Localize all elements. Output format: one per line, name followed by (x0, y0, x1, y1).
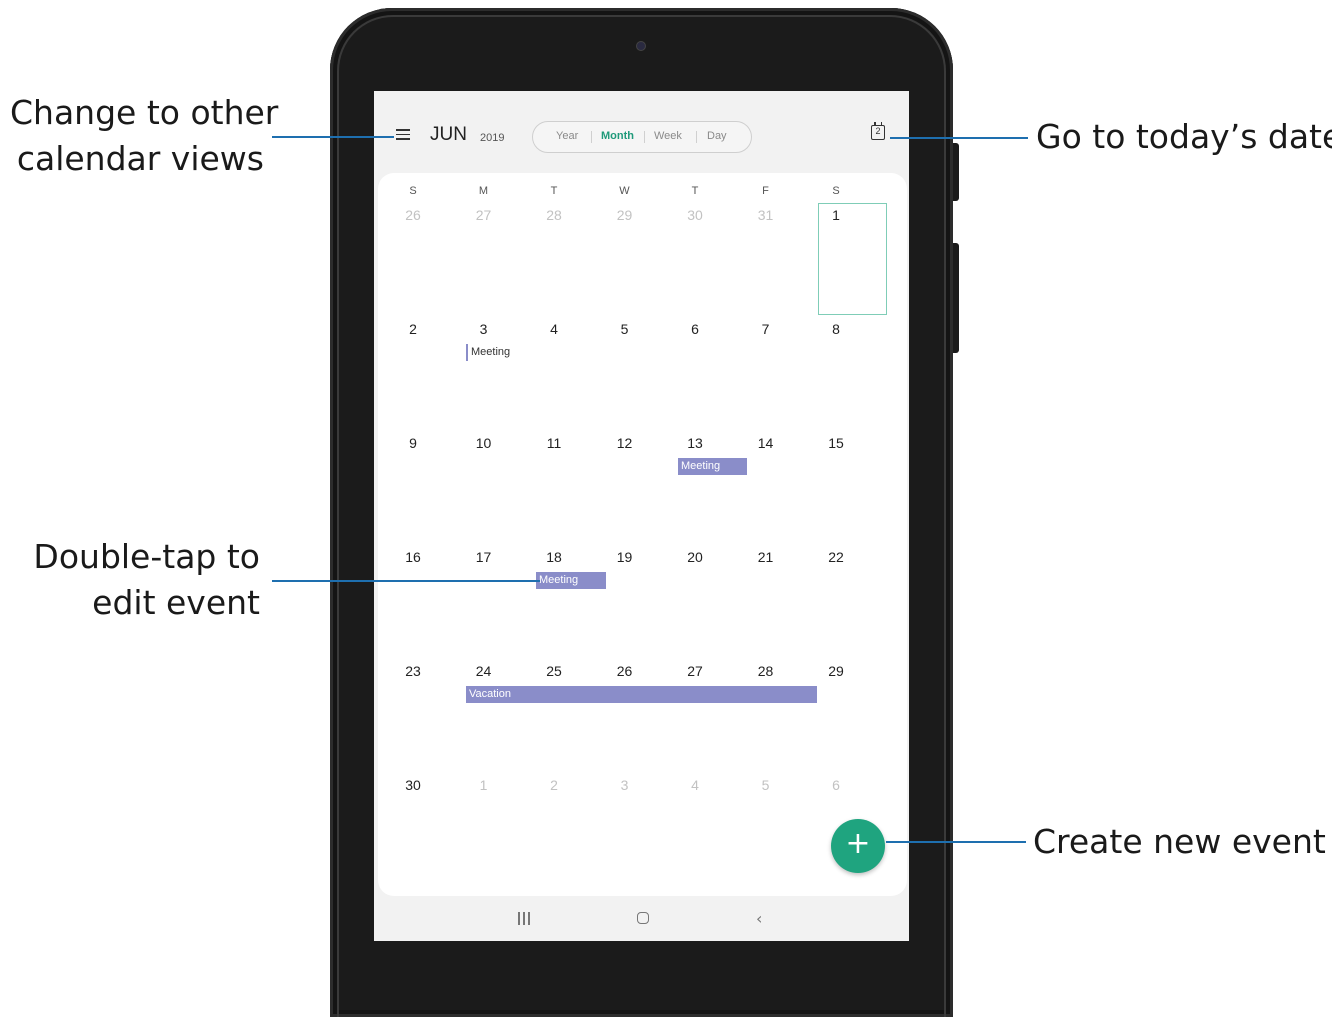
weekday-label: M (478, 185, 489, 197)
day-cell[interactable]: 22 (801, 549, 871, 565)
day-cell[interactable]: 4 (660, 777, 730, 793)
day-cell[interactable]: 16 (378, 549, 448, 565)
event-meeting-jun-13[interactable]: Meeting (678, 458, 747, 475)
callout-line-edit (272, 580, 540, 582)
day-cell[interactable]: 20 (660, 549, 730, 565)
calendar-today-icon[interactable]: 2 (871, 122, 885, 140)
day-cell[interactable]: 7 (731, 321, 801, 337)
day-cell[interactable]: 18 (519, 549, 589, 565)
day-cell[interactable]: 26 (590, 663, 660, 679)
weekday-label: S (409, 185, 417, 197)
day-cell[interactable]: 11 (519, 435, 589, 451)
day-cell[interactable]: 8 (801, 321, 871, 337)
day-cell[interactable]: 13 (660, 435, 730, 451)
day-cell[interactable]: 2 (519, 777, 589, 793)
callout-create: Create new event (1033, 822, 1326, 861)
event-vacation[interactable]: Vacation (466, 686, 817, 703)
day-cell[interactable]: 30 (378, 777, 448, 793)
weekday-label: W (619, 185, 630, 197)
day-cell[interactable]: 9 (378, 435, 448, 451)
day-cell[interactable]: 14 (731, 435, 801, 451)
callout-today: Go to today’s date (1036, 117, 1332, 156)
callout-line-create (886, 841, 1026, 843)
day-cell[interactable]: 5 (590, 321, 660, 337)
day-cell[interactable]: 6 (660, 321, 730, 337)
day-cell[interactable]: 30 (660, 207, 730, 223)
callout-line-views (272, 136, 394, 138)
weekday-label: S (832, 185, 840, 197)
day-cell[interactable]: 31 (731, 207, 801, 223)
event-meeting-jun-18[interactable]: Meeting (536, 572, 606, 589)
recent-apps-icon[interactable] (518, 912, 530, 925)
day-cell[interactable]: 29 (801, 663, 871, 679)
add-event-button[interactable]: + (831, 819, 885, 873)
tab-day[interactable]: Day (707, 130, 727, 142)
year-title[interactable]: 2019 (480, 132, 504, 144)
front-camera (636, 41, 646, 51)
tab-year[interactable]: Year (556, 130, 578, 142)
day-cell[interactable]: 6 (801, 777, 871, 793)
day-cell[interactable]: 23 (378, 663, 448, 679)
weekday-label: T (550, 185, 558, 197)
system-nav-bar: ‹ (374, 896, 909, 941)
callout-views-line1: Change to other (10, 93, 279, 132)
weekday-label: F (762, 185, 769, 197)
tab-week[interactable]: Week (654, 130, 682, 142)
event-meeting-jun-3[interactable]: Meeting (466, 344, 510, 361)
day-cell[interactable]: 4 (519, 321, 589, 337)
tab-month[interactable]: Month (601, 130, 634, 142)
power-button (953, 143, 959, 201)
day-cell[interactable]: 17 (449, 549, 519, 565)
callout-views: Change to other calendar views (10, 90, 279, 182)
volume-button (953, 243, 959, 353)
day-cell[interactable]: 2 (378, 321, 448, 337)
tab-divider (696, 131, 697, 143)
day-cell[interactable]: 26 (378, 207, 448, 223)
callout-edit-line1: Double-tap to (33, 537, 260, 576)
day-cell[interactable]: 3 (590, 777, 660, 793)
month-title[interactable]: JUN (430, 124, 467, 146)
day-cell[interactable]: 3 (449, 321, 519, 337)
month-grid: SMTWTFS 26 27 28 29 30 31 1 2 3 4 5 6 7 8 9 10 11 12 13 14 1… (378, 173, 907, 896)
day-cell[interactable]: 12 (590, 435, 660, 451)
day-cell[interactable]: 1 (449, 777, 519, 793)
screen: JUN 2019 Year Month Week Day 2 SMTWTFS 2… (374, 91, 909, 941)
day-cell[interactable]: 10 (449, 435, 519, 451)
home-icon[interactable] (637, 912, 649, 924)
day-cell[interactable]: 27 (449, 207, 519, 223)
day-cell[interactable]: 1 (801, 207, 871, 223)
menu-icon[interactable] (396, 129, 410, 140)
day-cell[interactable]: 29 (590, 207, 660, 223)
callout-views-line2: calendar views (16, 139, 264, 178)
callout-line-today (890, 137, 1028, 139)
tab-divider (591, 131, 592, 143)
callout-edit: Double-tap to edit event (10, 534, 260, 626)
view-switcher: Year Month Week Day (532, 121, 752, 153)
day-cell[interactable]: 21 (731, 549, 801, 565)
day-cell[interactable]: 5 (731, 777, 801, 793)
calendar-toolbar: JUN 2019 Year Month Week Day 2 (374, 91, 909, 173)
day-cell[interactable]: 28 (731, 663, 801, 679)
back-icon[interactable]: ‹ (756, 909, 762, 928)
callout-edit-line2: edit event (92, 583, 260, 622)
day-cell[interactable]: 19 (590, 549, 660, 565)
day-cell[interactable]: 24 (449, 663, 519, 679)
day-cell[interactable]: 15 (801, 435, 871, 451)
day-cell[interactable]: 27 (660, 663, 730, 679)
tab-divider (644, 131, 645, 143)
day-cell[interactable]: 25 (519, 663, 589, 679)
weekday-label: T (691, 185, 699, 197)
day-cell[interactable]: 28 (519, 207, 589, 223)
